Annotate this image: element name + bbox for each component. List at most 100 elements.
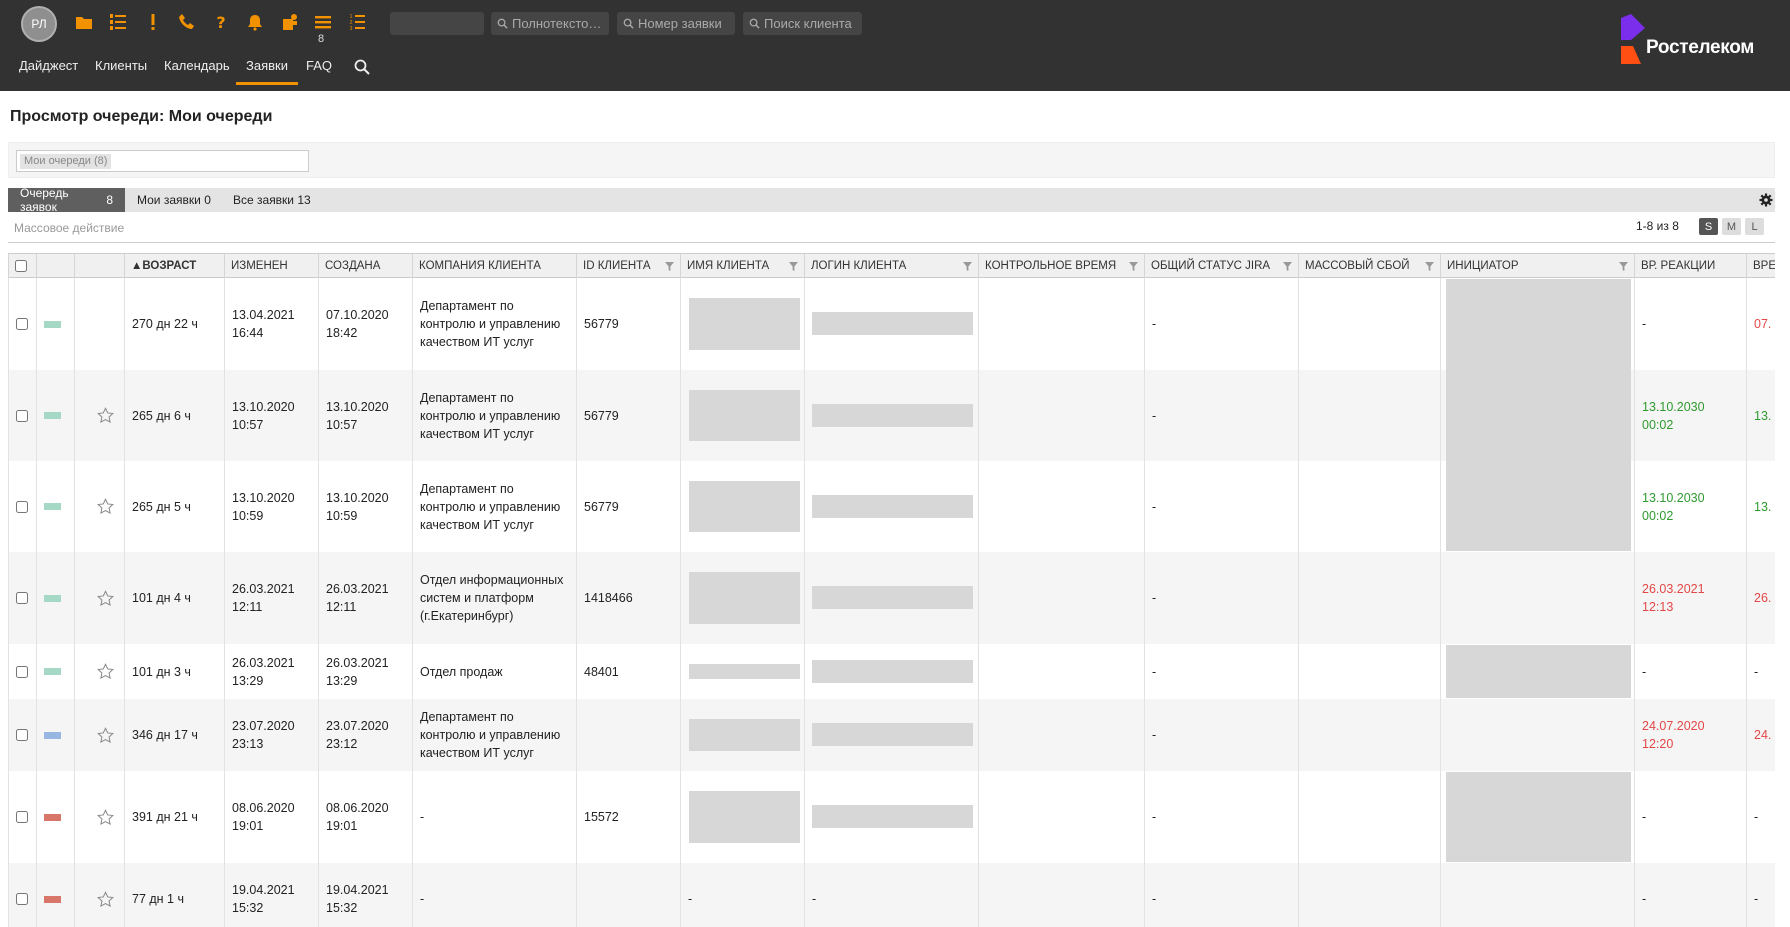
star-icon[interactable] [97,498,114,515]
filter-icon[interactable] [1129,262,1138,271]
client-id-cell-text: 1418466 [584,591,633,605]
bulk-action-button[interactable]: Массовое действие [14,221,124,235]
nav-faq[interactable]: FAQ [306,58,332,84]
nav-digest[interactable]: Дайджест [19,58,78,84]
size-s-button[interactable]: S [1699,218,1718,235]
avatar[interactable]: РЛ [21,6,57,42]
exclamation-icon[interactable] [142,10,164,34]
client-login-cell [804,461,978,552]
tab-all-tickets[interactable]: Все заявки 13 [221,188,323,212]
column-header-jira[interactable]: ОБЩИЙ СТАТУС JIRA [1144,254,1298,278]
filter-icon[interactable] [963,262,972,271]
top-bar: РЛ ? 8 123 Полнотексто… Номер заявки Пои… [0,0,1790,91]
redacted-initiator [1446,279,1631,551]
column-header-last[interactable]: ВРЕ [1746,254,1775,278]
nav-tickets[interactable]: Заявки [236,58,298,85]
size-l-button[interactable]: L [1745,218,1764,235]
bell-icon[interactable] [244,10,266,34]
menu-list-icon[interactable] [312,10,334,34]
last-column-cell-text: - [1754,664,1759,679]
filter-icon[interactable] [1619,262,1628,271]
row-checkbox[interactable] [16,893,28,905]
column-header-label: ВР. РЕАКЦИИ [1641,260,1716,272]
company-cell-text: - [420,810,425,824]
numbered-list-icon[interactable] [107,10,129,34]
filter-icon[interactable] [1425,262,1434,271]
ticket-number-input[interactable]: Номер заявки [617,12,735,35]
nav-search-icon[interactable] [354,59,370,75]
created-cell-text: 23.07.2020 23:12 [326,719,389,751]
client-login-cell [804,370,978,461]
table-row[interactable]: 346 дн 17 ч 23.07.2020 23:13 23.07.2020 23… [8,699,1775,771]
row-select-cell [8,644,36,699]
changed-cell-text: 26.03.2021 12:11 [232,582,295,614]
changed-cell: 26.03.2021 13:29 [224,644,318,699]
reaction-time-cell: - [1634,278,1746,370]
created-cell: 26.03.2021 12:11 [318,552,412,644]
filter-icon[interactable] [1283,262,1292,271]
column-header-name[interactable]: ИМЯ КЛИЕНТА [680,254,804,278]
created-cell-text: 19.04.2021 15:32 [326,883,389,915]
nav-calendar[interactable]: Календарь [164,58,230,84]
gear-icon[interactable] [1759,193,1773,207]
row-checkbox[interactable] [16,409,28,422]
clipboard-user-icon[interactable] [279,10,301,34]
select-all-checkbox[interactable] [15,260,27,272]
row-checkbox[interactable] [16,592,28,604]
control-time-cell [978,644,1144,699]
age-cell-text: 270 дн 22 ч [132,317,198,331]
row-checkbox[interactable] [16,318,28,330]
table-row[interactable]: 77 дн 1 ч 19.04.2021 15:32 19.04.2021 15:3… [8,863,1775,927]
client-search-input[interactable]: Поиск клиента [743,12,862,35]
row-checkbox[interactable] [16,811,28,823]
tab-ticket-queue[interactable]: Очередь заявок 8 [8,186,125,214]
row-checkbox[interactable] [16,729,28,741]
column-header-changed[interactable]: ИЗМЕНЕН [224,254,318,278]
tab-my-tickets[interactable]: Мои заявки 0 [125,188,223,212]
queue-filter-input[interactable]: Мои очереди (8) [16,150,309,172]
reaction-time-cell-text: - [1642,317,1647,331]
queue-filter-chip[interactable]: Мои очереди (8) [20,154,112,169]
client-name-cell [680,370,804,461]
jira-status-cell-text: - [1152,591,1157,605]
column-header-id[interactable]: ID КЛИЕНТА [576,254,680,278]
client-id-cell-text: 56779 [584,317,619,331]
company-cell-text: Департамент по контролю и управлению кач… [420,710,561,760]
column-header-reaction[interactable]: ВР. РЕАКЦИИ [1634,254,1746,278]
column-header-init[interactable]: ИНИЦИАТОР [1440,254,1634,278]
question-icon[interactable]: ? [210,10,232,34]
row-checkbox[interactable] [16,500,28,513]
quick-input[interactable] [390,12,484,35]
column-header-company[interactable]: КОМПАНИЯ КЛИЕНТА [412,254,576,278]
redacted-client-name [689,664,800,679]
table-row[interactable]: 101 дн 4 ч 26.03.2021 12:11 26.03.2021 12:… [8,552,1775,644]
menu-badge: 8 [318,33,325,45]
column-header-mass[interactable]: МАССОВЫЙ СБОЙ [1298,254,1440,278]
redacted-initiator [1446,772,1631,862]
column-header-created[interactable]: СОЗДАНА [318,254,412,278]
filter-icon[interactable] [665,262,674,271]
size-m-button[interactable]: M [1722,218,1741,235]
star-icon[interactable] [97,663,114,680]
phone-icon[interactable] [176,10,198,34]
pagination-info: 1-8 из 8 [1636,219,1679,233]
folder-icon[interactable] [73,10,95,34]
column-header-control[interactable]: КОНТРОЛЬНОЕ ВРЕМЯ [978,254,1144,278]
client-name-cell-text: - [688,892,693,906]
priority-cell [36,370,74,461]
last-column-cell-text: 24. [1754,728,1772,742]
column-header-age[interactable]: ▲ВОЗРАСТ [124,254,224,278]
ordered-list-icon[interactable]: 123 [346,10,368,34]
star-icon[interactable] [97,407,114,424]
priority-cell [36,771,74,863]
fulltext-search-input[interactable]: Полнотексто… [491,12,609,35]
client-name-cell [680,644,804,699]
star-icon[interactable] [97,890,114,908]
star-icon[interactable] [97,726,114,744]
row-checkbox[interactable] [16,665,28,678]
column-header-login[interactable]: ЛОГИН КЛИЕНТА [804,254,978,278]
filter-icon[interactable] [789,262,798,271]
star-icon[interactable] [97,589,114,607]
nav-clients[interactable]: Клиенты [95,58,147,84]
star-icon[interactable] [97,808,114,826]
